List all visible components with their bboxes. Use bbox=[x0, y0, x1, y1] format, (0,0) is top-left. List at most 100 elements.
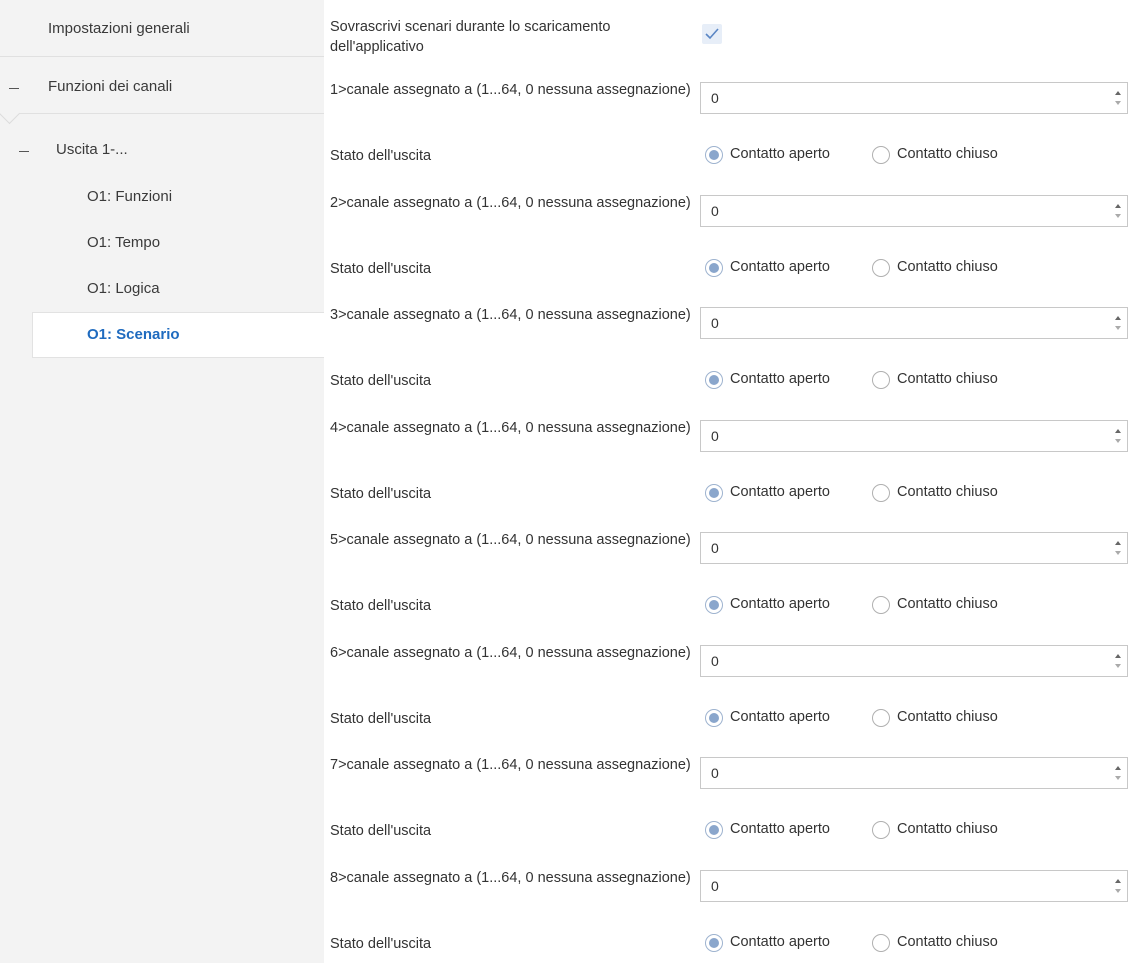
radio-circle-icon[interactable] bbox=[705, 371, 723, 389]
radio-label: Contatto aperto bbox=[730, 146, 830, 162]
output-state-label: Stato dell'uscita bbox=[330, 373, 432, 389]
increment-arrow-icon[interactable] bbox=[1115, 316, 1121, 320]
sidebar-item-label: Funzioni dei canali bbox=[48, 78, 173, 95]
channel-assignment-spinbox[interactable]: 0 bbox=[700, 420, 1128, 452]
radio-label: Contatto aperto bbox=[730, 934, 830, 950]
channel-assignment-spinbox[interactable]: 0 bbox=[700, 870, 1128, 902]
increment-arrow-icon[interactable] bbox=[1115, 541, 1121, 545]
increment-arrow-icon[interactable] bbox=[1115, 879, 1121, 883]
radio-label: Contatto aperto bbox=[730, 709, 830, 725]
check-icon bbox=[705, 28, 719, 40]
spinner-arrows bbox=[1115, 314, 1123, 334]
channel-assignment-value: 0 bbox=[711, 653, 719, 669]
channel-assignment-spinbox[interactable]: 0 bbox=[700, 645, 1128, 677]
output-state-radio-group: Contatto aperto Contatto chiuso bbox=[705, 594, 1125, 618]
channel-assignment-label: 3>canale assegnato a (1...64, 0 nessuna … bbox=[330, 307, 691, 323]
sidebar-item-label: O1: Funzioni bbox=[87, 188, 173, 205]
channel-assignment-label: 1>canale assegnato a (1...64, 0 nessuna … bbox=[330, 82, 691, 98]
radio-circle-icon[interactable] bbox=[872, 821, 890, 839]
overwrite-scenes-checkbox[interactable] bbox=[702, 24, 722, 44]
radio-circle-icon[interactable] bbox=[705, 934, 723, 952]
radio-circle-icon[interactable] bbox=[872, 934, 890, 952]
channel-assignment-value: 0 bbox=[711, 878, 719, 894]
radio-label: Contatto aperto bbox=[730, 371, 830, 387]
spinner-arrows bbox=[1115, 539, 1123, 559]
radio-circle-icon[interactable] bbox=[872, 484, 890, 502]
radio-circle-icon[interactable] bbox=[705, 821, 723, 839]
radio-circle-icon[interactable] bbox=[872, 596, 890, 614]
spinner-arrows bbox=[1115, 202, 1123, 222]
channel-assignment-label: 2>canale assegnato a (1...64, 0 nessuna … bbox=[330, 195, 691, 211]
increment-arrow-icon[interactable] bbox=[1115, 91, 1121, 95]
channel-assignment-spinbox[interactable]: 0 bbox=[700, 82, 1128, 114]
output-state-label: Stato dell'uscita bbox=[330, 711, 432, 727]
radio-circle-icon[interactable] bbox=[705, 709, 723, 727]
increment-arrow-icon[interactable] bbox=[1115, 204, 1121, 208]
sidebar-item-o1-tempo[interactable]: O1: Tempo bbox=[0, 222, 324, 268]
channel-assignment-value: 0 bbox=[711, 203, 719, 219]
radio-circle-icon[interactable] bbox=[705, 259, 723, 277]
decrement-arrow-icon[interactable] bbox=[1115, 326, 1121, 330]
channel-assignment-value: 0 bbox=[711, 428, 719, 444]
decrement-arrow-icon[interactable] bbox=[1115, 214, 1121, 218]
output-state-radio-group: Contatto aperto Contatto chiuso bbox=[705, 369, 1125, 393]
radio-label: Contatto chiuso bbox=[897, 146, 998, 162]
radio-circle-icon[interactable] bbox=[705, 596, 723, 614]
channel-assignment-label: 4>canale assegnato a (1...64, 0 nessuna … bbox=[330, 420, 691, 436]
increment-arrow-icon[interactable] bbox=[1115, 766, 1121, 770]
channel-assignment-value: 0 bbox=[711, 540, 719, 556]
output-state-label: Stato dell'uscita bbox=[330, 261, 432, 277]
sidebar-item-funzioni-dei-canali[interactable]: Funzioni dei canali bbox=[0, 57, 324, 113]
sidebar-divider bbox=[0, 113, 324, 114]
spinner-arrows bbox=[1115, 89, 1123, 109]
channel-assignment-spinbox[interactable]: 0 bbox=[700, 757, 1128, 789]
channel-assignment-spinbox[interactable]: 0 bbox=[700, 307, 1128, 339]
sidebar-item-o1-funzioni[interactable]: O1: Funzioni bbox=[0, 176, 324, 222]
decrement-arrow-icon[interactable] bbox=[1115, 551, 1121, 555]
radio-label: Contatto chiuso bbox=[897, 821, 998, 837]
output-state-radio-group: Contatto aperto Contatto chiuso bbox=[705, 707, 1125, 731]
increment-arrow-icon[interactable] bbox=[1115, 429, 1121, 433]
radio-label: Contatto chiuso bbox=[897, 709, 998, 725]
increment-arrow-icon[interactable] bbox=[1115, 654, 1121, 658]
spinner-arrows bbox=[1115, 427, 1123, 447]
decrement-arrow-icon[interactable] bbox=[1115, 101, 1121, 105]
radio-circle-icon[interactable] bbox=[705, 484, 723, 502]
sidebar-item-impostazioni-generali[interactable]: Impostazioni generali bbox=[0, 0, 324, 56]
radio-label: Contatto chiuso bbox=[897, 934, 998, 950]
decrement-arrow-icon[interactable] bbox=[1115, 439, 1121, 443]
channel-assignment-value: 0 bbox=[711, 765, 719, 781]
channel-assignment-value: 0 bbox=[711, 90, 719, 106]
channel-assignment-label: 5>canale assegnato a (1...64, 0 nessuna … bbox=[330, 532, 691, 548]
radio-circle-icon[interactable] bbox=[872, 146, 890, 164]
sidebar-item-label: Uscita 1-... bbox=[56, 141, 128, 158]
collapse-icon[interactable] bbox=[19, 151, 29, 152]
parameter-form: Sovrascrivi scenari durante lo scaricame… bbox=[324, 0, 1128, 963]
output-state-label: Stato dell'uscita bbox=[330, 598, 432, 614]
radio-circle-icon[interactable] bbox=[705, 146, 723, 164]
sidebar-item-label: O1: Logica bbox=[87, 280, 160, 297]
channel-assignment-value: 0 bbox=[711, 315, 719, 331]
channel-assignment-label: 8>canale assegnato a (1...64, 0 nessuna … bbox=[330, 870, 691, 886]
output-state-label: Stato dell'uscita bbox=[330, 823, 432, 839]
output-state-radio-group: Contatto aperto Contatto chiuso bbox=[705, 932, 1125, 956]
channel-assignment-spinbox[interactable]: 0 bbox=[700, 195, 1128, 227]
radio-label: Contatto chiuso bbox=[897, 259, 998, 275]
radio-circle-icon[interactable] bbox=[872, 371, 890, 389]
decrement-arrow-icon[interactable] bbox=[1115, 889, 1121, 893]
output-state-label: Stato dell'uscita bbox=[330, 486, 432, 502]
spinner-arrows bbox=[1115, 652, 1123, 672]
output-state-label: Stato dell'uscita bbox=[330, 936, 432, 952]
collapse-icon[interactable] bbox=[9, 88, 19, 89]
sidebar-item-o1-scenario[interactable]: O1: Scenario bbox=[32, 312, 324, 358]
sidebar-item-uscita-1[interactable]: Uscita 1-... bbox=[0, 120, 324, 176]
decrement-arrow-icon[interactable] bbox=[1115, 664, 1121, 668]
channel-assignment-label: 7>canale assegnato a (1...64, 0 nessuna … bbox=[330, 757, 691, 773]
decrement-arrow-icon[interactable] bbox=[1115, 776, 1121, 780]
sidebar-item-label: Impostazioni generali bbox=[48, 20, 190, 37]
radio-circle-icon[interactable] bbox=[872, 259, 890, 277]
radio-circle-icon[interactable] bbox=[872, 709, 890, 727]
sidebar-item-o1-logica[interactable]: O1: Logica bbox=[0, 268, 324, 312]
channel-assignment-spinbox[interactable]: 0 bbox=[700, 532, 1128, 564]
radio-label: Contatto chiuso bbox=[897, 484, 998, 500]
